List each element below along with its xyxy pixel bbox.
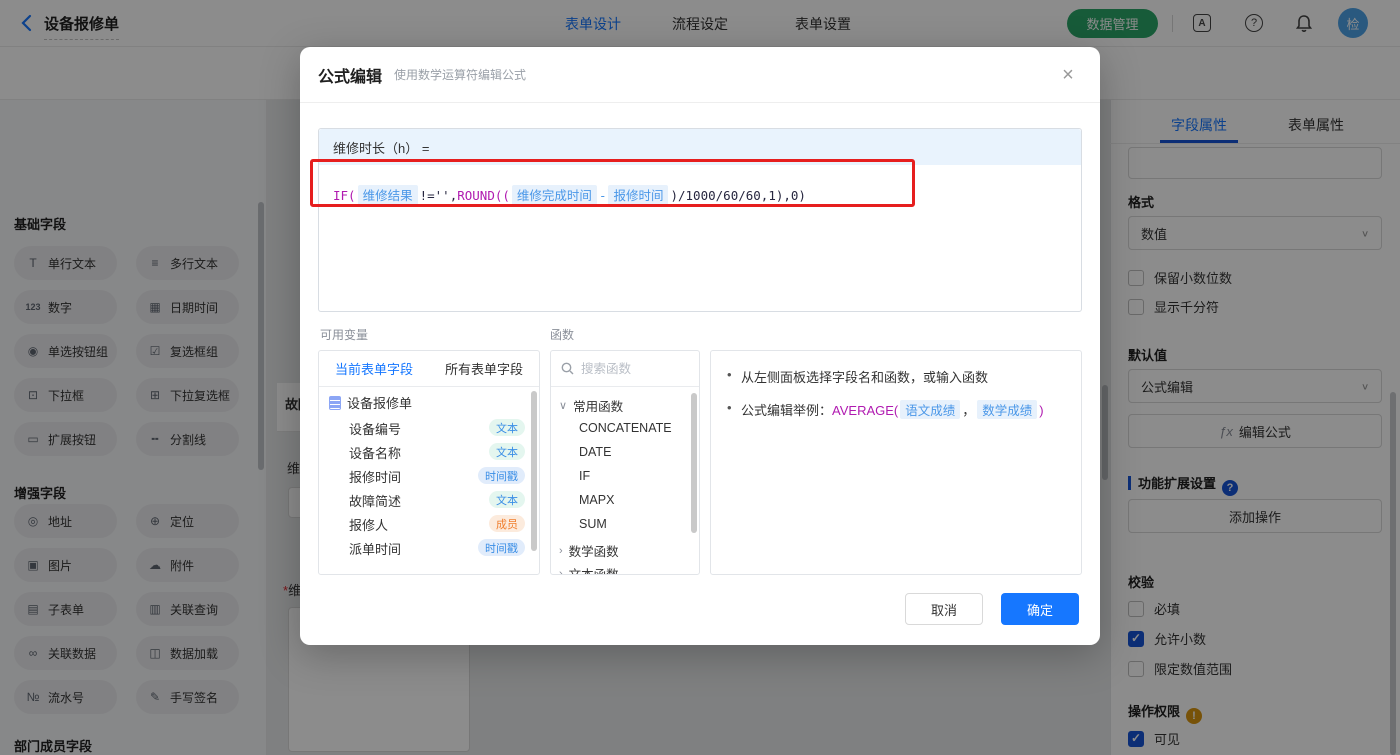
form-doc-icon	[329, 395, 341, 410]
modal-subtitle: 使用数学运算符编辑公式	[394, 68, 527, 82]
functions-scrollbar[interactable]	[691, 393, 697, 533]
field-chip: 数学成绩	[977, 400, 1038, 419]
variable-item[interactable]: 报修人	[349, 515, 388, 534]
modal-title: 公式编辑	[318, 68, 383, 86]
variables-panel: 当前表单字段 所有表单字段 设备报修单 设备编号 文本 设备名称 文本 报修时间…	[318, 350, 540, 575]
field-chip: 维修完成时间	[511, 185, 597, 207]
tab-all-form-fields[interactable]: 所有表单字段	[429, 351, 539, 386]
type-badge: 成员	[489, 515, 525, 532]
help-line-1: 从左侧面板选择字段名和函数，或输入函数	[725, 367, 1067, 386]
variable-item[interactable]: 故障简述	[349, 491, 401, 510]
app-root: 设备报修单 表单设计 流程设定 表单设置 数据管理 A ? 检 ⊘ 表单外链 ⊠…	[0, 0, 1400, 755]
variable-item[interactable]: 报修时间	[349, 467, 401, 486]
function-group-math[interactable]: › 数学函数	[559, 541, 619, 560]
cancel-button[interactable]: 取消	[905, 593, 983, 625]
formula-expression: IF(维修结果 !='',ROUND((维修完成时间 - 报修时间)/1000/60/…	[319, 165, 1081, 227]
confirm-button[interactable]: 确定	[1001, 593, 1079, 625]
function-group-common[interactable]: ∨ 常用函数	[559, 396, 623, 415]
field-chip: 语文成绩	[900, 400, 961, 419]
variable-item[interactable]: 设备名称	[349, 443, 401, 462]
field-chip: 维修结果	[357, 185, 418, 207]
function-item[interactable]: CONCATENATE	[579, 421, 672, 435]
function-search[interactable]	[551, 351, 699, 387]
type-badge: 文本	[489, 443, 525, 460]
variable-item[interactable]: 派单时间	[349, 539, 401, 558]
search-icon	[561, 362, 574, 375]
type-badge: 文本	[489, 491, 525, 508]
variables-scrollbar[interactable]	[531, 391, 537, 551]
function-item[interactable]: MAPX	[579, 493, 614, 507]
variables-label: 可用变量	[320, 328, 369, 342]
chevron-down-icon: ∨	[559, 400, 568, 412]
functions-panel: ∨ 常用函数 CONCATENATE DATE IF MAPX SUM › 数学…	[550, 350, 700, 575]
functions-label: 函数	[550, 328, 575, 342]
function-group-text[interactable]: › 文本函数	[559, 564, 619, 575]
variable-item[interactable]: 设备编号	[349, 419, 401, 438]
field-chip: 报修时间	[608, 185, 669, 207]
type-badge: 时间戳	[478, 467, 525, 484]
formula-target: 维修时长（h） =	[319, 129, 1081, 165]
formula-editor[interactable]: 维修时长（h） = IF(维修结果 !='',ROUND((维修完成时间 - 报修时间…	[318, 128, 1082, 312]
search-input[interactable]	[581, 361, 681, 376]
type-badge: 文本	[489, 419, 525, 436]
close-icon[interactable]: ×	[1056, 63, 1080, 87]
formula-edit-modal: 公式编辑 使用数学运算符编辑公式 × 维修时长（h） = IF(维修结果 !=''…	[300, 47, 1100, 645]
function-item[interactable]: IF	[579, 469, 590, 483]
tab-current-form-fields[interactable]: 当前表单字段	[319, 351, 429, 386]
help-panel: 从左侧面板选择字段名和函数，或输入函数 公式编辑举例：AVERAGE(语文成绩，…	[710, 350, 1082, 575]
chevron-right-icon: ›	[559, 567, 563, 575]
help-line-2: 公式编辑举例：AVERAGE(语文成绩，数学成绩)	[725, 400, 1067, 419]
type-badge: 时间戳	[478, 539, 525, 556]
chevron-right-icon: ›	[559, 544, 563, 557]
function-item[interactable]: SUM	[579, 517, 607, 531]
variables-tabs: 当前表单字段 所有表单字段	[319, 351, 539, 387]
function-item[interactable]: DATE	[579, 445, 611, 459]
modal-header: 公式编辑 使用数学运算符编辑公式	[300, 47, 1100, 103]
variables-root[interactable]: 设备报修单	[329, 393, 412, 412]
